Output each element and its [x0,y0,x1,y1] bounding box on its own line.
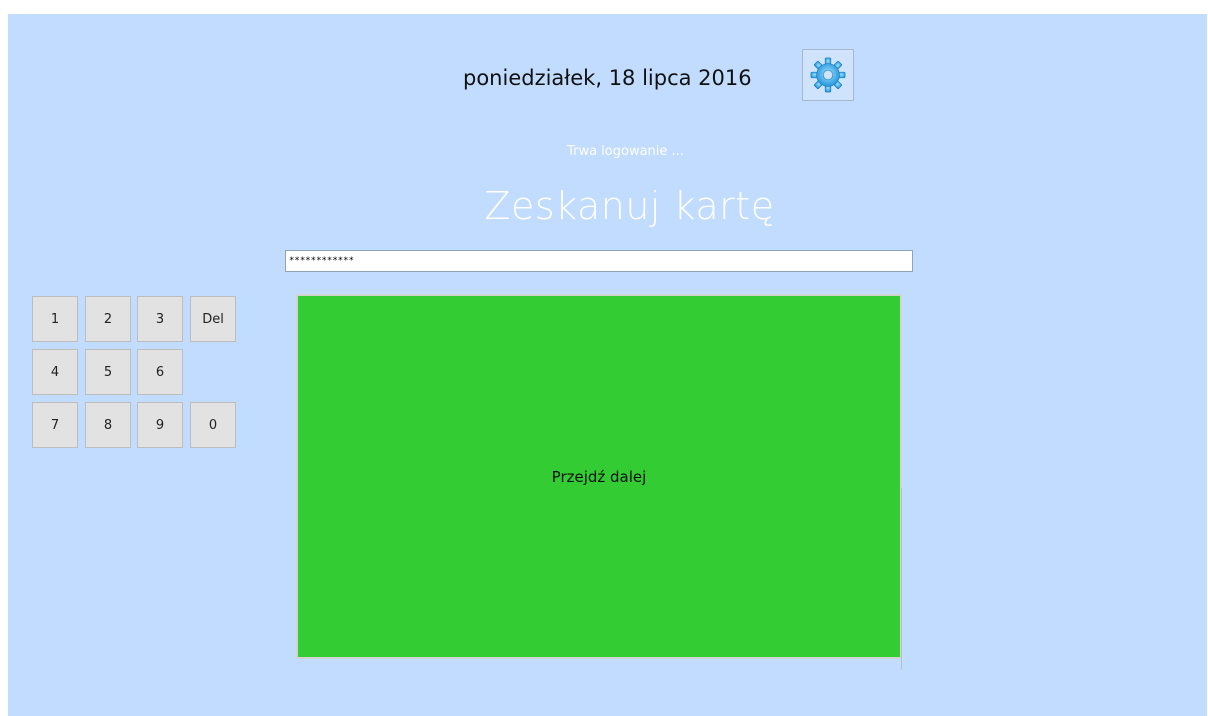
key-8-button[interactable]: 8 [85,402,131,448]
key-9-button[interactable]: 9 [137,402,183,448]
key-2-button[interactable]: 2 [85,296,131,342]
date-label: poniedziałek, 18 lipca 2016 [463,66,752,90]
divider [901,488,902,670]
key-4-button[interactable]: 4 [32,349,78,395]
key-0-button[interactable]: 0 [190,402,236,448]
proceed-label: Przejdź dalej [551,467,647,486]
page-title: Zeskanuj kartę [484,184,775,228]
key-3-button[interactable]: 3 [137,296,183,342]
pin-input[interactable] [285,250,913,272]
login-screen: poniedziałek, 18 lipca 2016 Trwa logowan… [8,14,1207,716]
settings-button[interactable] [802,49,854,101]
key-5-button[interactable]: 5 [85,349,131,395]
login-status: Trwa logowanie ... [567,144,684,159]
proceed-button[interactable]: Przejdź dalej [296,294,902,659]
gear-icon [810,57,846,93]
delete-button[interactable]: Del [190,296,236,342]
key-7-button[interactable]: 7 [32,402,78,448]
key-6-button[interactable]: 6 [137,349,183,395]
key-1-button[interactable]: 1 [32,296,78,342]
